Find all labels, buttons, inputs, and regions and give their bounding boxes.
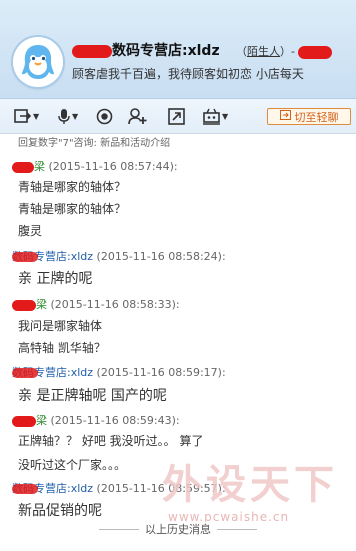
history-divider-label: 以上历史消息 [145,523,211,536]
message-header: 梁 (2015-11-16 08:57:44): [12,158,178,174]
redacted-mark [12,299,36,311]
contact-signature: 顾客虐我千百遍，我待顾客如初恋 小店每天 [72,67,304,81]
message-time: (2015-11-16 08:59:43): [50,414,180,427]
remote-assist-icon [202,108,221,125]
redacted-mark [12,252,38,262]
voice-button[interactable]: ▼ [57,107,78,125]
contact-name: 数码专营店:xldz [72,40,220,60]
redacted-mark [298,45,333,59]
message-time: (2015-11-16 08:58:24): [96,250,226,263]
chat-header: 数码专营店:xldz （陌生人）- 顾客虐我千百遍，我待顾客如初恋 小店每天 [0,0,356,99]
message-time: (2015-11-16 08:57:44): [48,160,178,173]
message-sender[interactable]: 梁 [34,160,45,173]
add-contact-icon [128,107,147,125]
transfer-icon [14,108,32,124]
message-text: 青轴是哪家的轴体？ [18,202,127,216]
message-text: 新品促销的呢 [18,503,102,519]
message-time: (2015-11-16 08:59:57): [96,482,226,495]
redacted-mark [12,415,36,427]
tag-bracket: （ [236,45,247,58]
auto-reply-hint: 回复数字"7"咨询: 新品和活动介绍 [18,138,171,149]
message-sender[interactable]: 梁 [36,298,47,311]
message-time: (2015-11-16 08:59:17): [96,366,226,379]
chevron-down-icon: ▼ [72,111,79,121]
transfer-file-button[interactable]: ▼ [14,107,39,125]
share-button[interactable] [168,107,185,125]
switch-light-chat-label: 切至轻聊 [294,110,339,124]
chevron-down-icon: ▼ [33,111,40,121]
chevron-down-icon: ▼ [222,111,229,121]
message-text: 亲 是正牌轴呢 国产的呢 [18,388,167,404]
message-header: 梁 (2015-11-16 08:58:33): [12,296,180,312]
message-header: 数码专营店:xldz (2015-11-16 08:59:57): [12,480,226,496]
light-chat-icon [279,110,291,123]
message-text: 没听过这个厂家。。。 [18,458,127,472]
chat-window: 数码专营店:xldz （陌生人）- 顾客虐我千百遍，我待顾客如初恋 小店每天 ▼ [0,0,356,551]
bottom-strip [0,536,356,551]
stranger-tag-link[interactable]: 陌生人 [247,45,280,58]
message-text: 高特轴 凯华轴？ [18,341,106,355]
qq-penguin-avatar-icon[interactable] [13,37,63,87]
message-header: 数码专营店:xldz (2015-11-16 08:59:17): [12,364,226,380]
message-text: 亲 正牌的呢 [18,271,93,287]
message-text: 我问是哪家轴体 [18,319,103,333]
redacted-mark [12,368,38,378]
message-text: 腹灵 [18,224,43,238]
redacted-mark [72,44,112,58]
message-text: 正牌轴？？ 好吧 我没听过。。 算了 [18,434,204,448]
share-icon [168,107,185,125]
redacted-mark [12,484,38,494]
add-contact-button[interactable] [128,107,147,125]
message-header: 数码专营店:xldz (2015-11-16 08:58:24): [12,248,226,264]
remote-assist-button[interactable]: ▼ [202,107,228,125]
contact-tag: （陌生人）- [236,43,333,59]
video-camera-icon [96,108,113,125]
microphone-icon [57,108,71,125]
history-divider: 以上历史消息 [0,522,356,536]
redacted-mark [12,161,34,173]
switch-light-chat-button[interactable]: 切至轻聊 [267,108,351,125]
message-header: 梁 (2015-11-16 08:59:43): [12,412,180,428]
tag-bracket-close: ）- [280,45,295,58]
message-sender[interactable]: 梁 [36,414,47,427]
contact-name-text: 数码专营店:xldz [112,43,220,59]
video-button[interactable] [96,107,113,125]
message-time: (2015-11-16 08:58:33): [50,298,180,311]
message-text: 青轴是哪家的轴体？ [18,180,127,194]
